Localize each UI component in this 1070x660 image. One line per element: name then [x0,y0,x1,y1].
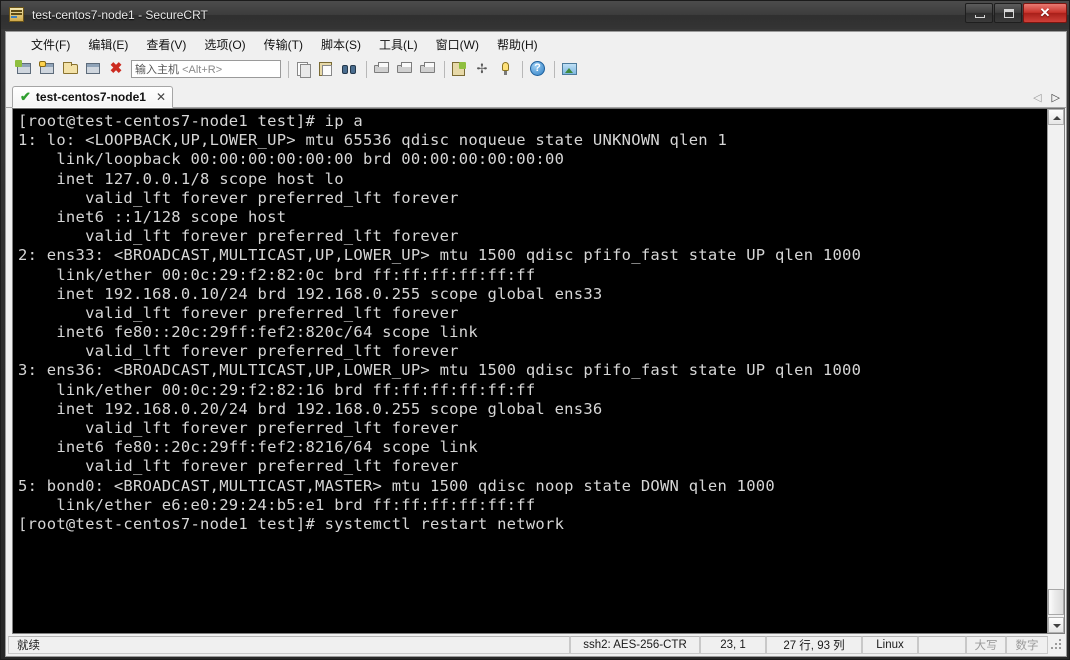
host-input-hint: <Alt+R> [182,64,223,76]
toolbar-separator [444,60,445,78]
terminal-line: inet 192.168.0.20/24 brd 192.168.0.255 s… [18,399,603,418]
copy-icon[interactable] [293,59,315,79]
terminal-line: [root@test-centos7-node1 test]# ip a [18,112,363,130]
securecrt-app-icon [8,6,26,24]
tab-bar: ✔ test-centos7-node1 ✕ ◁ ▷ [6,82,1066,108]
tab-nav-buttons: ◁ ▷ [1033,93,1060,104]
toolbar-separator [554,60,555,78]
status-emulation: Linux [862,636,918,654]
resize-grip-icon[interactable] [1050,638,1064,652]
chevron-down-icon [1053,624,1061,628]
print-screen-icon[interactable] [417,59,439,79]
terminal-panel: [root@test-centos7-node1 test]# ip a 1: l… [12,108,1065,634]
title-bar: test-centos7-node1 - SecureCRT ✕ [1,1,1069,29]
find-icon[interactable] [339,59,361,79]
connected-check-icon: ✔ [20,89,31,104]
terminal-line: valid_lft forever preferred_lft forever [18,227,459,246]
terminal-screen[interactable]: [root@test-centos7-node1 test]# ip a 1: l… [13,109,1047,633]
quick-connect-icon[interactable] [37,59,59,79]
terminal-line: link/ether 00:0c:29:f2:82:0c brd ff:ff:f… [18,265,536,284]
image-icon[interactable] [559,59,581,79]
toolbar-separator [366,60,367,78]
terminal-line: inet6 fe80::20c:29ff:fef2:820c/64 scope … [18,323,478,342]
close-icon: ✕ [1039,5,1051,20]
menu-help[interactable]: 帮助(H) [488,33,547,56]
status-protocol: ssh2: AES-256-CTR [570,636,700,654]
tab-next-icon[interactable]: ▷ [1052,93,1060,104]
menu-file[interactable]: 文件(F) [22,33,79,56]
terminal-line: 5: bond0: <BROADCAST,MULTICAST,MASTER> m… [18,476,775,495]
tab-test-centos7-node1[interactable]: ✔ test-centos7-node1 ✕ [12,86,173,108]
terminal-line: inet6 fe80::20c:29ff:fef2:8216/64 scope … [18,438,478,457]
window-title: test-centos7-node1 - SecureCRT [32,8,208,22]
terminal-line: inet 192.168.0.10/24 brd 192.168.0.255 s… [18,284,603,303]
terminal-line: 2: ens33: <BROADCAST,MULTICAST,UP,LOWER_… [18,246,862,265]
new-session-icon[interactable] [14,59,36,79]
toolbar-separator [288,60,289,78]
close-button[interactable]: ✕ [1023,3,1067,23]
print-icon[interactable] [371,59,393,79]
terminal-line: valid_lft forever preferred_lft forever [18,419,459,437]
tab-prev-icon[interactable]: ◁ [1033,93,1041,104]
disconnect-icon[interactable]: ✖ [106,59,128,79]
menu-script[interactable]: 脚本(S) [312,33,370,56]
terminal-line: inet 127.0.0.1/8 scope host lo [18,169,344,188]
connect-in-folder-icon[interactable] [60,59,82,79]
toolbar-separator [522,60,523,78]
tab-close-icon[interactable]: ✕ [156,91,166,103]
paste-icon[interactable] [316,59,338,79]
reconnect-icon[interactable] [83,59,105,79]
menu-transfer[interactable]: 传输(T) [255,33,312,56]
status-screen-size: 27 行, 93 列 [766,636,862,654]
terminal-line: link/ether e6:e0:29:24:b5:e1 brd ff:ff:f… [18,495,536,514]
host-input-label: 输入主机 [135,64,179,76]
chevron-up-icon [1053,116,1061,120]
terminal-line: 3: ens36: <BROADCAST,MULTICAST,UP,LOWER_… [18,361,862,380]
terminal-line: inet6 ::1/128 scope host [18,207,287,226]
maximize-icon [1004,9,1014,18]
terminal-line: valid_lft forever preferred_lft forever [18,457,459,476]
menu-edit[interactable]: 编辑(E) [79,33,137,56]
tab-label: test-centos7-node1 [35,90,146,104]
scroll-up-button[interactable] [1048,109,1064,125]
key-icon[interactable] [495,59,517,79]
menu-options[interactable]: 选项(O) [195,33,254,56]
status-spacer [918,636,966,654]
toolbar: ✖ 输入主机 <Alt+R> ✢ ? [6,56,1066,82]
status-bar: 就续 ssh2: AES-256-CTR 23, 1 27 行, 93 列 Li… [6,634,1066,656]
terminal-line: valid_lft forever preferred_lft forever [18,188,459,207]
status-cursor-position: 23, 1 [700,636,766,654]
terminal-line: valid_lft forever preferred_lft forever [18,342,459,361]
terminal-line: link/loopback 00:00:00:00:00:00 brd 00:0… [18,150,565,169]
terminal-scrollbar[interactable] [1047,109,1064,633]
host-input[interactable]: 输入主机 <Alt+R> [131,60,281,78]
minimize-button[interactable] [965,3,993,23]
session-options-icon[interactable]: ✢ [472,59,494,79]
securecrt-window: test-centos7-node1 - SecureCRT ✕ 文件(F) 编… [0,0,1070,660]
menu-tools[interactable]: 工具(L) [370,33,427,56]
scroll-down-button[interactable] [1048,617,1064,633]
minimize-icon [975,15,985,18]
log-session-icon[interactable] [449,59,471,79]
status-ready: 就续 [8,636,570,654]
maximize-button[interactable] [994,3,1022,23]
help-icon[interactable]: ? [527,59,549,79]
terminal-line: 1: lo: <LOOPBACK,UP,LOWER_UP> mtu 65536 … [18,131,728,150]
print-selection-icon[interactable] [394,59,416,79]
status-num-lock: 数字 [1006,636,1048,654]
menu-bar: 文件(F) 编辑(E) 查看(V) 选项(O) 传输(T) 脚本(S) 工具(L… [6,32,1066,56]
terminal-line: valid_lft forever preferred_lft forever [18,303,459,322]
menu-view[interactable]: 查看(V) [137,33,195,56]
terminal-line: [root@test-centos7-node1 test]# systemct… [18,514,565,533]
status-caps-lock: 大写 [966,636,1006,654]
terminal-line: link/ether 00:0c:29:f2:82:16 brd ff:ff:f… [18,380,536,399]
menu-window[interactable]: 窗口(W) [427,33,488,56]
window-controls: ✕ [965,3,1067,23]
client-area: 文件(F) 编辑(E) 查看(V) 选项(O) 传输(T) 脚本(S) 工具(L… [5,31,1067,657]
scrollbar-thumb[interactable] [1048,589,1064,615]
